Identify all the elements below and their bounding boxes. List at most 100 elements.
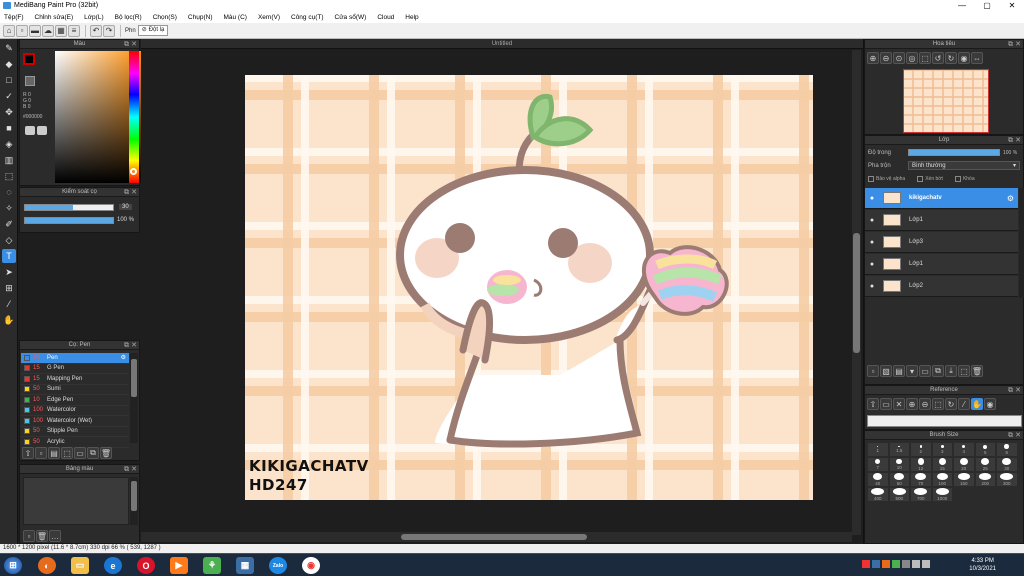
close-button[interactable]: ✕	[1000, 0, 1024, 11]
ref-zoom-in-icon[interactable]: ⊕	[906, 398, 918, 410]
brush-size-option[interactable]: 300	[996, 472, 1018, 487]
ref-eyedropper-icon[interactable]: ⁄	[958, 398, 970, 410]
blend-mode-select[interactable]: Bình thường ▾	[908, 161, 1020, 170]
brush-list-item[interactable]: 15 Mapping Pen	[21, 374, 129, 385]
eyedropper-icon[interactable]: ⁄	[2, 297, 16, 311]
brush-size-option[interactable]: 40	[867, 472, 889, 487]
snap-toggle[interactable]: ⊘ Đột lạ	[137, 25, 169, 36]
clock[interactable]: 4:33 PM 10/3/2021	[969, 557, 996, 573]
menu-layer[interactable]: Lớp(L)	[84, 14, 103, 21]
layer-row[interactable]: ● Lớp3	[865, 232, 1018, 253]
brush-list-item[interactable]: 100 Watercolor	[21, 406, 129, 416]
panel-popout-icon[interactable]: ⧉	[124, 465, 129, 474]
ref-settings-icon[interactable]: ◉	[984, 398, 996, 410]
zoom-actual-icon[interactable]: ◎	[906, 52, 918, 64]
brush-size-slider[interactable]	[24, 204, 114, 211]
lock-checkbox[interactable]	[954, 176, 961, 182]
grid-icon[interactable]: ▦	[55, 24, 67, 37]
chat-icon[interactable]: ▬	[29, 24, 41, 37]
clip-checkbox[interactable]	[917, 176, 924, 182]
layer-row[interactable]: ● kikigachatv ⚙	[865, 188, 1018, 209]
start-button-icon[interactable]: ⊞	[4, 557, 22, 574]
menu-cloud[interactable]: Cloud	[377, 14, 394, 21]
layer-row[interactable]: ● Lớp1	[865, 210, 1018, 231]
brush-copy-icon[interactable]: ⬚	[61, 447, 73, 459]
color-wheel-icon[interactable]	[37, 126, 47, 135]
select-tool-icon[interactable]: ⬚	[2, 169, 16, 183]
tray-app-icon[interactable]	[882, 560, 890, 568]
brush-tool-icon[interactable]: ✎	[2, 41, 16, 55]
opera-icon[interactable]: O	[137, 557, 155, 574]
network-icon[interactable]	[912, 560, 920, 568]
gear-icon[interactable]: ⚙	[1007, 194, 1014, 203]
palette-scroll-thumb[interactable]	[131, 481, 137, 511]
brush-settings-icon[interactable]: ▤	[48, 447, 60, 459]
palette-icon[interactable]	[25, 126, 35, 135]
brush-list-item[interactable]: 10 Edge Pen	[21, 395, 129, 406]
move-tool-icon[interactable]: ✥	[2, 105, 16, 119]
brush-size-option[interactable]: 2	[910, 442, 932, 457]
panel-close-icon[interactable]: ✕	[1015, 431, 1021, 440]
layer-row[interactable]: ● Lớp1	[865, 254, 1018, 275]
brush-size-option[interactable]: 150	[953, 472, 975, 487]
protect-alpha-checkbox[interactable]	[868, 176, 874, 182]
dot-tool-icon[interactable]: ✓	[2, 89, 16, 103]
brush-size-option[interactable]: 100	[931, 472, 953, 487]
divide-tool-icon[interactable]: ⊞	[2, 281, 16, 295]
select-eraser-icon[interactable]: ◇	[2, 233, 16, 247]
panel-close-icon[interactable]: ✕	[1015, 386, 1021, 395]
brush-size-option[interactable]: 12	[910, 457, 932, 472]
visibility-eye-icon[interactable]: ●	[865, 195, 879, 202]
gradient-tool-icon[interactable]: ▥	[2, 153, 16, 167]
zalo-icon[interactable]: Zalo	[269, 557, 287, 574]
hand-tool-icon[interactable]: ✋	[2, 313, 16, 327]
brush-size-option[interactable]: 25	[974, 457, 996, 472]
panel-close-icon[interactable]: ✕	[1015, 136, 1021, 145]
merge-down-icon[interactable]: ⤓	[945, 365, 957, 377]
open-reference-icon[interactable]: ▭	[880, 398, 892, 410]
layer-menu-icon[interactable]: ▾	[906, 365, 918, 377]
upload-brush-icon[interactable]: ⇧	[22, 447, 34, 459]
delete-brush-icon[interactable]: 🗑	[100, 447, 112, 459]
brush-size-option[interactable]: 15	[931, 457, 953, 472]
panel-popout-icon[interactable]: ⧉	[1008, 136, 1013, 145]
duplicate-layer-icon[interactable]: ⧉	[932, 365, 944, 377]
brush-size-option[interactable]: 1	[867, 442, 889, 457]
rotate-left-icon[interactable]: ↺	[932, 52, 944, 64]
tray-app-icon[interactable]	[862, 560, 870, 568]
operation-tool-icon[interactable]: ➤	[2, 265, 16, 279]
ref-hand-icon[interactable]: ✋	[971, 398, 983, 410]
new-icon[interactable]: ▫	[16, 24, 28, 37]
brush-size-value[interactable]: 30	[119, 204, 132, 210]
menu-icon[interactable]: ≡	[68, 24, 80, 37]
brush-size-option[interactable]: 200	[974, 472, 996, 487]
menu-file[interactable]: Tệp(F)	[4, 14, 24, 21]
brush-duplicate-icon[interactable]: ⧉	[87, 447, 99, 459]
brush-list-item[interactable]: 50 Stipple Pen	[21, 427, 129, 437]
layer-opacity-slider[interactable]	[908, 149, 1000, 156]
reference-image-area[interactable]	[867, 415, 1022, 427]
hue-slider[interactable]	[129, 51, 139, 183]
panel-close-icon[interactable]: ✕	[1015, 40, 1021, 49]
visibility-eye-icon[interactable]: ●	[865, 283, 879, 290]
ref-zoom-out-icon[interactable]: ⊖	[919, 398, 931, 410]
brush-size-option[interactable]: 70	[910, 472, 932, 487]
navigator-preview[interactable]	[903, 69, 989, 133]
visibility-eye-icon[interactable]: ●	[865, 239, 879, 246]
menu-view[interactable]: Xem(V)	[258, 14, 280, 21]
zoom-out-icon[interactable]: ⊖	[880, 52, 892, 64]
fit-window-icon[interactable]: ⬚	[919, 52, 931, 64]
brush-list-scroll-thumb[interactable]	[131, 359, 137, 397]
flip-horizontal-icon[interactable]: ⇔	[971, 52, 983, 64]
new-8bit-layer-icon[interactable]: ▤	[893, 365, 905, 377]
zoom-fit-icon[interactable]: ⊙	[893, 52, 905, 64]
layer-row[interactable]: ● Lớp2	[865, 276, 1018, 297]
delete-palette-icon[interactable]: 🗑	[36, 530, 48, 542]
new-folder-icon[interactable]: ▭	[919, 365, 931, 377]
layer-list-scrollbar[interactable]	[1019, 188, 1024, 298]
menu-color[interactable]: Màu (C)	[223, 14, 246, 21]
menu-window[interactable]: Cửa sổ(W)	[335, 14, 367, 21]
panel-popout-icon[interactable]: ⧉	[1008, 40, 1013, 49]
gear-icon[interactable]: ⚙	[121, 354, 126, 361]
panel-popout-icon[interactable]: ⧉	[124, 40, 129, 49]
